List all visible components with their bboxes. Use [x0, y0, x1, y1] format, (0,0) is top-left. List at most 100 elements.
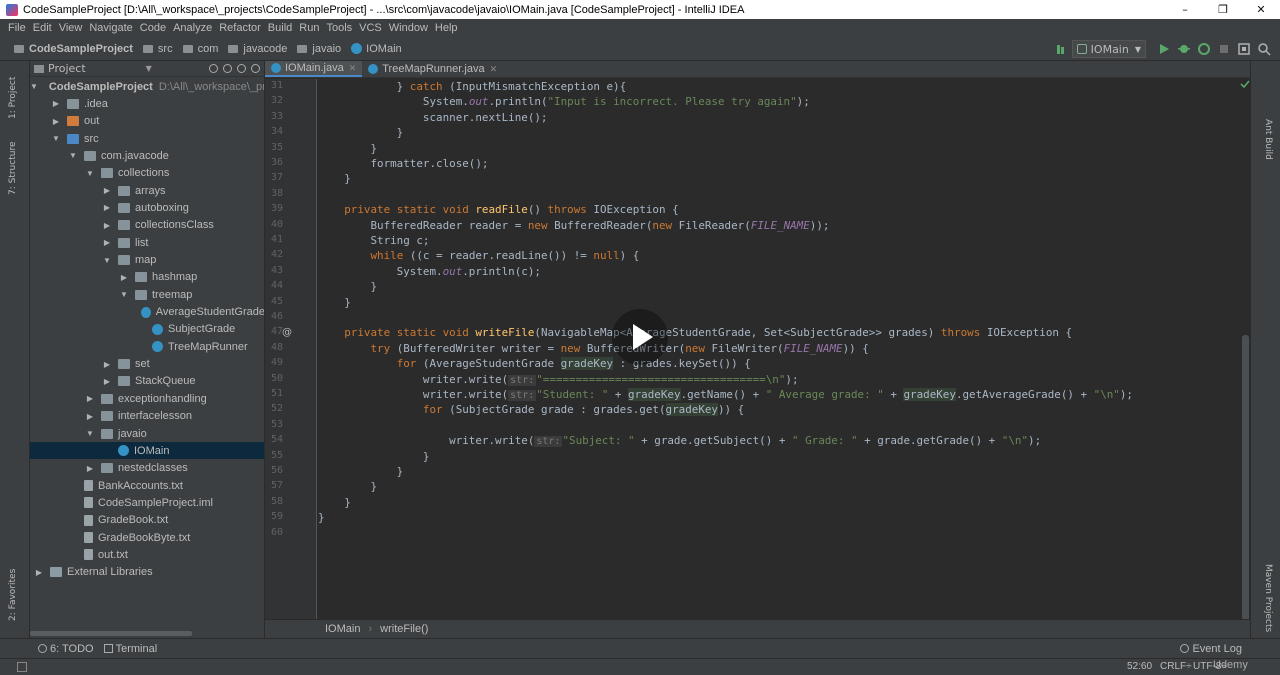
expand-arrow-icon[interactable]: ▼: [102, 256, 112, 265]
collapse-arrow-icon[interactable]: ▶: [34, 568, 44, 577]
tree-item[interactable]: ▶ External Libraries: [30, 564, 264, 581]
menu-window[interactable]: Window: [389, 22, 428, 34]
tree-item[interactable]: ▶ collectionsClass: [30, 217, 264, 234]
terminal-tool-button[interactable]: Terminal: [103, 643, 157, 655]
expand-arrow-icon[interactable]: ▼: [119, 290, 129, 299]
maximize-button[interactable]: ❐: [1204, 0, 1242, 19]
hide-icon[interactable]: [251, 64, 260, 73]
tree-item[interactable]: ▶ StackQueue: [30, 373, 264, 390]
collapse-arrow-icon[interactable]: ▶: [102, 203, 112, 212]
nav-crumb-project[interactable]: CodeSampleProject: [14, 43, 133, 55]
tree-item[interactable]: ▶ list: [30, 234, 264, 251]
menu-navigate[interactable]: Navigate: [89, 22, 132, 34]
nav-crumb-src[interactable]: src: [142, 43, 173, 55]
close-icon[interactable]: ✕: [349, 63, 357, 74]
tree-item[interactable]: ▶ set: [30, 356, 264, 373]
editor-gutter[interactable]: 31 32 33 34 35 36 37 38 39 40 41 42 43 44 45 46 47 48 49 50…: [265, 79, 317, 619]
tree-item[interactable]: ▼ src: [30, 130, 264, 147]
tree-item[interactable]: ▼ javaio: [30, 425, 264, 442]
tree-item[interactable]: ▼ com.javacode: [30, 147, 264, 164]
menu-build[interactable]: Build: [268, 22, 292, 34]
tree-item[interactable]: CodeSampleProject.iml: [30, 494, 264, 511]
breadcrumb-method[interactable]: writeFile(): [380, 623, 428, 635]
tree-item[interactable]: BankAccounts.txt: [30, 477, 264, 494]
menu-refactor[interactable]: Refactor: [219, 22, 261, 34]
tree-item[interactable]: ▶ nestedclasses: [30, 460, 264, 477]
expand-arrow-icon[interactable]: ▼: [51, 134, 61, 143]
breadcrumb-class[interactable]: IOMain: [325, 623, 360, 635]
line-separator-indicator[interactable]: CRLF÷: [1160, 661, 1192, 672]
menu-run[interactable]: Run: [299, 22, 319, 34]
tree-item[interactable]: ▼ map: [30, 252, 264, 269]
build-hammer-icon[interactable]: [1055, 42, 1069, 56]
stop-icon[interactable]: [1217, 42, 1231, 56]
project-panel-title[interactable]: Project: [48, 62, 86, 75]
tree-item[interactable]: ▶ .idea: [30, 95, 264, 112]
tree-item[interactable]: out.txt: [30, 546, 264, 563]
tree-item[interactable]: ▼ treemap: [30, 286, 264, 303]
tree-item[interactable]: TreeMapRunner: [30, 338, 264, 355]
nav-crumb-javacode[interactable]: javacode: [228, 43, 287, 55]
debug-icon[interactable]: [1177, 42, 1191, 56]
run-configuration-select[interactable]: IOMain ▼: [1071, 40, 1146, 58]
tree-item[interactable]: AverageStudentGrade: [30, 304, 264, 321]
tree-item[interactable]: ▶ arrays: [30, 182, 264, 199]
collapse-arrow-icon[interactable]: ▶: [102, 238, 112, 247]
nav-crumb-iomain[interactable]: IOMain: [351, 43, 402, 55]
video-play-button[interactable]: [612, 309, 668, 365]
search-icon[interactable]: [1257, 42, 1271, 56]
tree-item[interactable]: ▶ exceptionhandling: [30, 390, 264, 407]
menu-code[interactable]: Code: [140, 22, 166, 34]
collapse-arrow-icon[interactable]: ▶: [102, 186, 112, 195]
code-editor[interactable]: } catch (InputMismatchException e){ Syst…: [318, 79, 1246, 619]
minimize-button[interactable]: –: [1166, 0, 1204, 19]
caret-position[interactable]: 52:60: [1127, 661, 1152, 672]
collapse-arrow-icon[interactable]: ▶: [85, 464, 95, 473]
project-horizontal-scrollbar[interactable]: [30, 631, 192, 636]
menu-view[interactable]: View: [59, 22, 83, 34]
tab-project-tool[interactable]: 1: Project: [8, 77, 18, 119]
editor-vertical-scrollbar[interactable]: [1242, 335, 1249, 621]
nav-crumb-javaio[interactable]: javaio: [297, 43, 341, 55]
collapse-arrow-icon[interactable]: ▶: [102, 360, 112, 369]
tab-structure-tool[interactable]: 7: Structure: [8, 142, 18, 196]
tool-windows-toggle-icon[interactable]: [17, 662, 27, 672]
collapse-arrow-icon[interactable]: ▶: [102, 221, 112, 230]
menu-help[interactable]: Help: [435, 22, 458, 34]
tab-iomain-java[interactable]: IOMain.java ✕: [265, 61, 363, 77]
override-annotation-icon[interactable]: @: [282, 327, 292, 338]
locate-icon[interactable]: [209, 64, 218, 73]
collapse-arrow-icon[interactable]: ▶: [85, 394, 95, 403]
menu-tools[interactable]: Tools: [326, 22, 352, 34]
tree-item[interactable]: IOMain: [30, 442, 264, 460]
tree-item[interactable]: ▼ collections: [30, 165, 264, 182]
tab-favorites-tool[interactable]: 2: Favorites: [8, 569, 18, 621]
nav-crumb-com[interactable]: com: [182, 43, 218, 55]
collapse-arrow-icon[interactable]: ▶: [51, 99, 61, 108]
tree-item[interactable]: GradeBookByte.txt: [30, 529, 264, 546]
tree-item[interactable]: ▶ hashmap: [30, 269, 264, 286]
coverage-icon[interactable]: [1197, 42, 1211, 56]
tab-maven-projects[interactable]: Maven Projects: [1263, 564, 1273, 632]
todo-tool-button[interactable]: 6: TODO: [38, 643, 94, 655]
menu-file[interactable]: File: [8, 22, 26, 34]
tab-ant-build[interactable]: Ant Build: [1263, 119, 1273, 160]
close-window-button[interactable]: ✕: [1242, 0, 1280, 19]
tree-item[interactable]: SubjectGrade: [30, 321, 264, 338]
collapse-arrow-icon[interactable]: ▶: [51, 117, 61, 126]
tree-item[interactable]: ▶ autoboxing: [30, 199, 264, 216]
tree-item[interactable]: GradeBook.txt: [30, 512, 264, 529]
close-icon[interactable]: ✕: [490, 64, 498, 75]
tree-item[interactable]: ▶ interfacelesson: [30, 408, 264, 425]
tree-item[interactable]: ▼ CodeSampleProject D:\All\_workspace\_pro…: [30, 78, 264, 95]
menu-edit[interactable]: Edit: [33, 22, 52, 34]
expand-arrow-icon[interactable]: ▼: [85, 169, 95, 178]
collapse-arrow-icon[interactable]: ▶: [119, 273, 129, 282]
expand-arrow-icon[interactable]: ▼: [68, 151, 78, 160]
tree-item[interactable]: ▶ out: [30, 113, 264, 130]
collapse-all-icon[interactable]: [223, 64, 232, 73]
tab-treemaprunner-java[interactable]: TreeMapRunner.java ✕: [362, 61, 503, 77]
gear-icon[interactable]: [237, 64, 246, 73]
event-log-button[interactable]: Event Log: [1180, 643, 1242, 655]
expand-arrow-icon[interactable]: ▼: [85, 429, 95, 438]
